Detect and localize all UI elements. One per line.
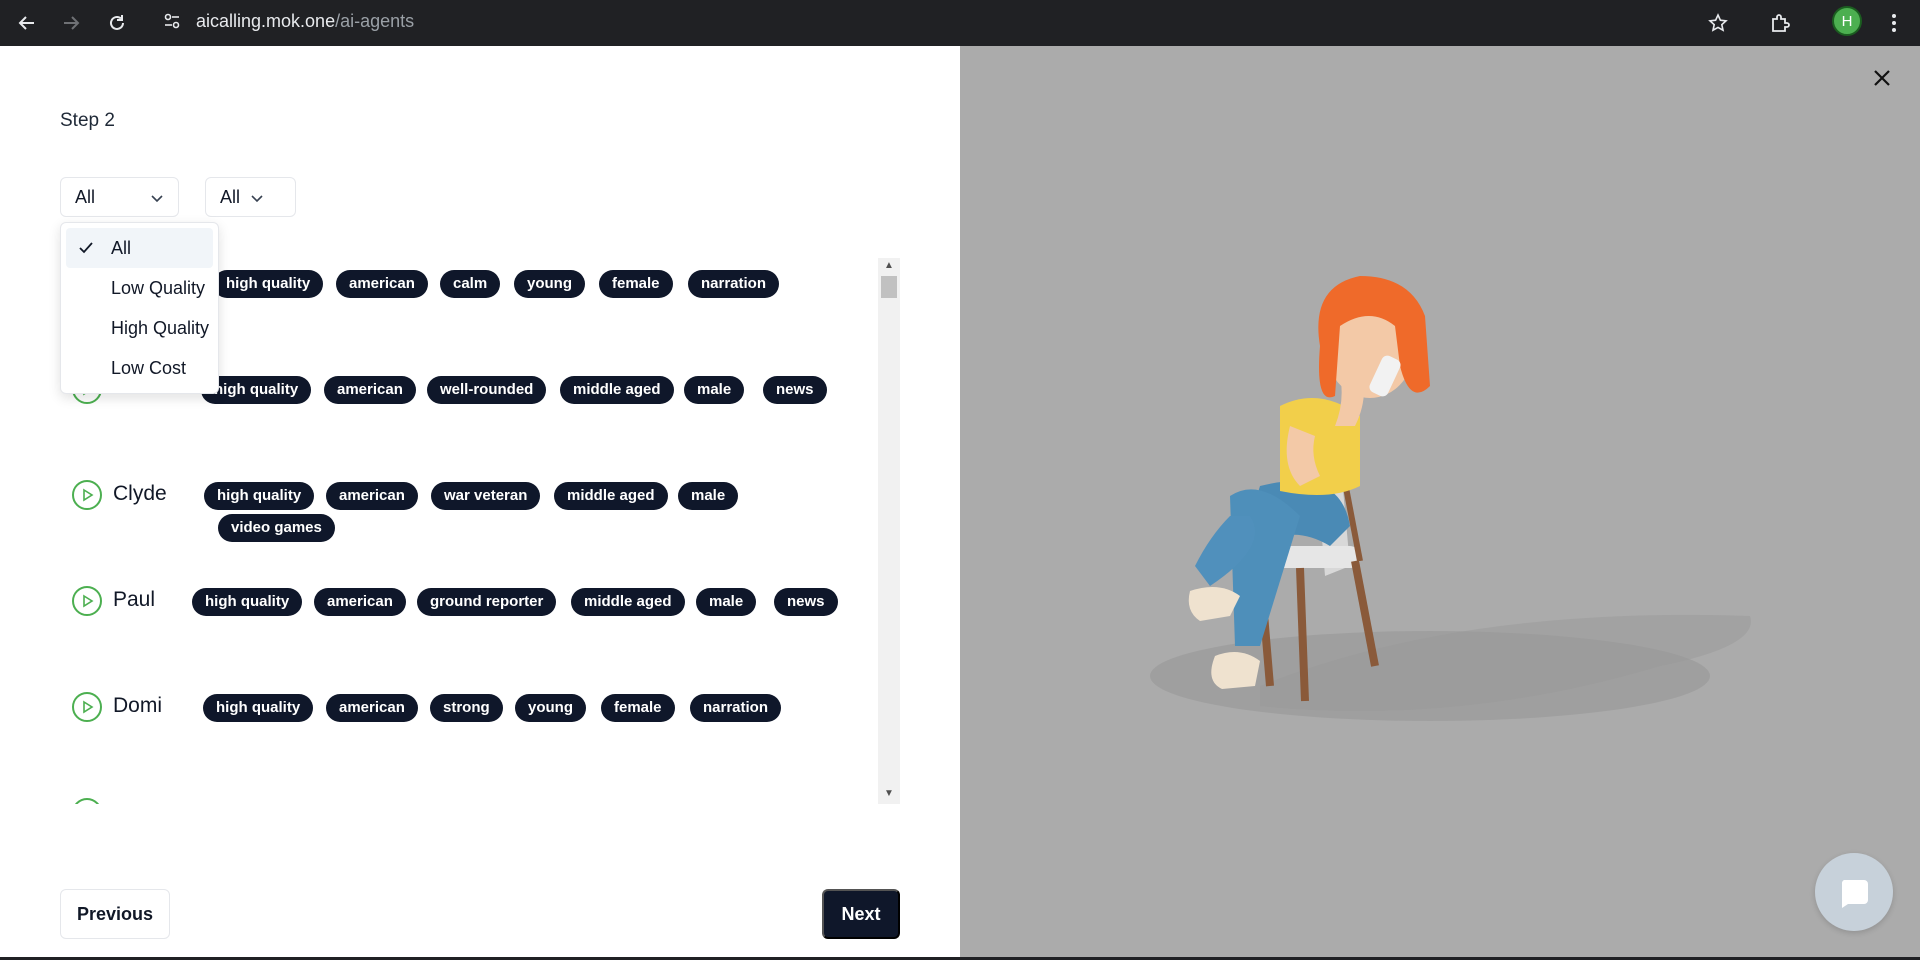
check-icon bbox=[76, 228, 96, 268]
address-bar[interactable]: aicalling.mok.one/ai-agents bbox=[196, 5, 414, 37]
voice-row bbox=[60, 788, 880, 804]
voice-name: Domi bbox=[113, 694, 163, 717]
voice-tag: high quality bbox=[204, 482, 315, 510]
voice-tag: strong bbox=[430, 694, 503, 722]
profile-avatar[interactable]: H bbox=[1832, 6, 1862, 36]
voice-row: Paul high quality american ground report… bbox=[60, 576, 880, 656]
extensions-icon[interactable] bbox=[1762, 5, 1798, 41]
play-icon[interactable] bbox=[72, 586, 102, 616]
reload-icon[interactable] bbox=[99, 5, 135, 41]
dropdown-option-label: High Quality bbox=[111, 318, 210, 338]
dropdown-option-low-quality[interactable]: Low Quality bbox=[66, 268, 213, 308]
voice-tag: american bbox=[336, 270, 428, 298]
voice-tag: news bbox=[774, 588, 838, 616]
voice-tag: high quality bbox=[213, 270, 324, 298]
next-button[interactable]: Next bbox=[822, 889, 900, 939]
site-settings-icon[interactable] bbox=[156, 5, 188, 37]
url-path: /ai-agents bbox=[335, 11, 415, 31]
voice-tag: middle aged bbox=[571, 588, 685, 616]
voice-tag: middle aged bbox=[560, 376, 674, 404]
browser-toolbar: aicalling.mok.one/ai-agents H bbox=[0, 0, 1920, 46]
bookmark-star-icon[interactable] bbox=[1700, 5, 1736, 41]
back-arrow-icon[interactable] bbox=[9, 5, 45, 41]
voice-row: Clyde high quality american war veteran … bbox=[60, 470, 880, 550]
voice-tag: video games bbox=[218, 514, 335, 542]
scroll-thumb[interactable] bbox=[881, 276, 897, 298]
voice-tag: american bbox=[314, 588, 406, 616]
scroll-down-icon[interactable]: ▼ bbox=[878, 788, 900, 802]
more-vert-icon[interactable] bbox=[1876, 5, 1912, 41]
voice-tag: american bbox=[324, 376, 416, 404]
voice-row: Domi high quality american strong young … bbox=[60, 682, 880, 762]
chat-widget-button[interactable] bbox=[1815, 853, 1893, 931]
voice-tag: male bbox=[696, 588, 757, 616]
voice-tag: ground reporter bbox=[417, 588, 557, 616]
second-filter-value: All bbox=[220, 186, 241, 207]
quality-filter-dropdown: All Low Quality High Quality Low Cost bbox=[60, 222, 219, 394]
scroll-up-icon[interactable]: ▲ bbox=[878, 260, 900, 274]
dropdown-option-high-quality[interactable]: High Quality bbox=[66, 308, 213, 348]
previous-button[interactable]: Previous bbox=[60, 889, 170, 939]
illustration-panel bbox=[960, 46, 1920, 957]
voice-name: Paul bbox=[113, 588, 156, 611]
voice-tag: news bbox=[763, 376, 827, 404]
dropdown-option-low-cost[interactable]: Low Cost bbox=[66, 348, 213, 388]
chevron-down-icon bbox=[150, 187, 164, 208]
voice-tag: war veteran bbox=[431, 482, 541, 510]
voice-tag: well-rounded bbox=[427, 376, 547, 404]
voice-tag: female bbox=[601, 694, 675, 722]
voice-tag: middle aged bbox=[554, 482, 668, 510]
voice-tag: narration bbox=[688, 270, 780, 298]
dropdown-option-label: Low Quality bbox=[111, 278, 206, 298]
voice-list-scrollbar[interactable]: ▲ ▼ bbox=[878, 258, 900, 804]
quality-filter-select[interactable]: All bbox=[60, 177, 179, 217]
play-icon[interactable] bbox=[72, 480, 102, 510]
voice-tag: narration bbox=[690, 694, 782, 722]
voice-tag: high quality bbox=[192, 588, 303, 616]
voice-name: Clyde bbox=[113, 482, 167, 505]
voice-tag: high quality bbox=[203, 694, 314, 722]
voice-tag: young bbox=[515, 694, 586, 722]
play-icon[interactable] bbox=[72, 798, 102, 804]
step-label: Step 2 bbox=[60, 110, 115, 131]
url-host: aicalling.mok.one bbox=[196, 11, 336, 31]
voice-tag: male bbox=[684, 376, 745, 404]
voice-tag: female bbox=[599, 270, 673, 298]
dropdown-option-all[interactable]: All bbox=[66, 228, 213, 268]
voice-tag: young bbox=[514, 270, 585, 298]
voice-tag: calm bbox=[440, 270, 501, 298]
forward-arrow-icon[interactable] bbox=[53, 5, 89, 41]
dropdown-option-label: All bbox=[111, 238, 132, 258]
voice-tag: american bbox=[326, 482, 418, 510]
dropdown-option-label: Low Cost bbox=[111, 358, 187, 378]
quality-filter-value: All bbox=[75, 186, 96, 207]
second-filter-select[interactable]: All bbox=[205, 177, 296, 217]
voice-tag: male bbox=[678, 482, 739, 510]
voice-tag: american bbox=[326, 694, 418, 722]
play-icon[interactable] bbox=[72, 692, 102, 722]
woman-on-phone-illustration bbox=[1150, 276, 1751, 721]
voice-selection-panel: Step 2 All All high quality american cal… bbox=[0, 46, 960, 957]
chevron-down-icon bbox=[250, 187, 264, 208]
